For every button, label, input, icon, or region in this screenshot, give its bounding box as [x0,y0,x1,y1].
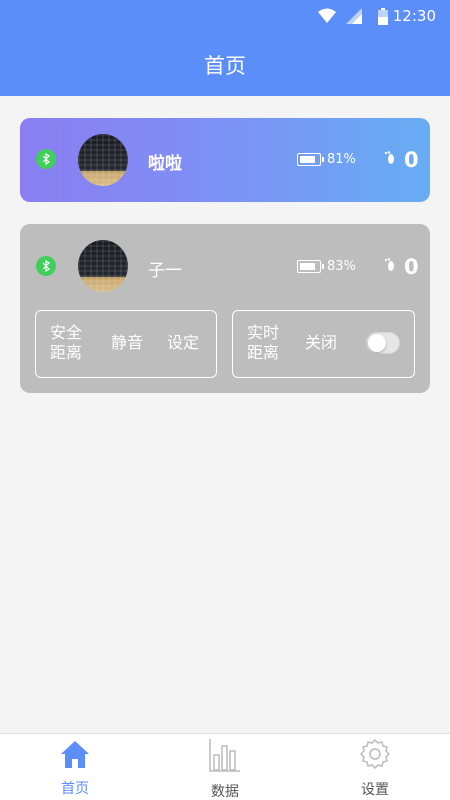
mute-button[interactable]: 静音 [111,333,143,353]
bar-chart-icon [209,739,240,772]
status-time: 12:30 [392,7,436,25]
footprint-icon [384,151,394,164]
realtime-distance-label: 实时 距离 [247,323,280,362]
battery-percent: 81% [327,152,356,167]
set-distance-button[interactable]: 设定 [167,333,199,353]
battery-icon [297,260,324,273]
device-card[interactable]: 子一 83% 0 安全 距离 静音 设定 实时 距离 关闭 [20,224,430,393]
realtime-distance-panel: 实时 距离 关闭 [232,310,415,378]
page-title: 首页 [204,54,246,78]
safe-distance-panel: 安全 距离 静音 设定 [35,310,217,378]
tab-settings[interactable]: 设置 [300,734,450,800]
wifi-icon [318,8,336,23]
battery-percent: 83% [327,259,356,274]
device-name: 啦啦 [148,154,182,174]
battery-icon [297,153,324,166]
step-count: 0 [404,148,419,172]
home-icon [61,741,89,768]
bluetooth-icon [36,256,56,276]
avatar [78,240,128,292]
device-card[interactable]: 啦啦 81% 0 [20,118,430,202]
footprint-icon [384,258,394,271]
tab-home[interactable]: 首页 [0,734,150,800]
battery-indicator: 81% [297,152,356,167]
tab-data[interactable]: 数据 [150,734,300,800]
tab-home-label: 首页 [61,781,89,797]
battery-status-icon [378,8,388,25]
steps-indicator: 0 [384,255,419,279]
status-bar: 12:30 [0,0,450,32]
tab-data-label: 数据 [211,784,239,800]
app-header: 12:30 首页 [0,0,450,96]
steps-indicator: 0 [384,148,419,172]
battery-indicator: 83% [297,259,356,274]
realtime-status: 关闭 [305,333,338,352]
gear-icon [359,738,391,770]
bottom-tab-bar: 首页 数据 设置 [0,733,450,800]
step-count: 0 [404,255,419,279]
signal-icon [346,8,362,24]
tab-settings-label: 设置 [361,782,389,798]
safe-distance-label: 安全 距离 [50,323,83,362]
avatar [78,134,128,186]
realtime-distance-toggle[interactable] [366,332,400,354]
device-name: 子一 [148,261,182,281]
bluetooth-icon [36,149,56,169]
